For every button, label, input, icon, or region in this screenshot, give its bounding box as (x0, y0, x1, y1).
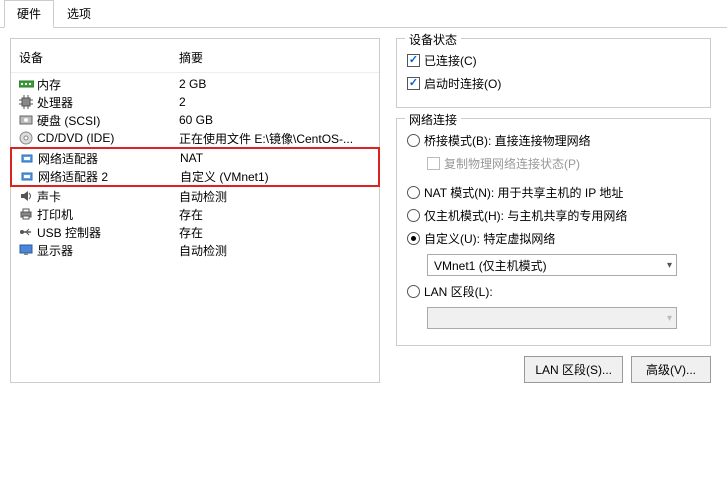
bridge-radio-row[interactable]: 桥接模式(B): 直接连接物理网络 (407, 129, 700, 152)
network-title: 网络连接 (405, 111, 461, 128)
network-connection-group: 网络连接 桥接模式(B): 直接连接物理网络 复制物理网络连接状态(P) NAT… (396, 118, 711, 346)
device-summary: 2 (179, 95, 371, 109)
device-status-title: 设备状态 (405, 31, 461, 48)
printer-icon (19, 208, 37, 220)
device-name: 声卡 (37, 188, 179, 205)
bridge-radio[interactable] (407, 134, 420, 147)
device-name: USB 控制器 (37, 224, 179, 241)
chevron-down-icon: ▾ (667, 260, 672, 271)
memory-icon (19, 79, 37, 89)
highlight-box: 网络适配器 NAT 网络适配器 2 自定义 (VMnet1) (10, 147, 380, 187)
device-row-net2[interactable]: 网络适配器 2 自定义 (VMnet1) (12, 167, 378, 185)
advanced-button[interactable]: 高级(V)... (631, 356, 711, 383)
chevron-down-icon: ▾ (667, 313, 672, 324)
device-name: 网络适配器 (38, 150, 180, 167)
display-icon (19, 244, 37, 256)
connected-label: 已连接(C) (424, 52, 477, 69)
device-row-cd[interactable]: CD/DVD (IDE) 正在使用文件 E:\镜像\CentOS-... (11, 129, 379, 147)
tab-bar: 硬件 选项 (0, 0, 727, 28)
device-summary: 存在 (179, 224, 371, 241)
connect-power-label: 启动时连接(O) (424, 75, 501, 92)
device-row-printer[interactable]: 打印机 存在 (11, 205, 379, 223)
custom-network-value: VMnet1 (仅主机模式) (434, 257, 547, 274)
device-name: 显示器 (37, 242, 179, 259)
sound-icon (19, 190, 37, 202)
replicate-checkbox (427, 157, 440, 170)
network-icon (20, 152, 38, 164)
header-device: 设备 (19, 49, 179, 66)
custom-network-dropdown[interactable]: VMnet1 (仅主机模式) ▾ (427, 254, 677, 276)
device-summary: 2 GB (179, 77, 371, 91)
device-summary: 60 GB (179, 113, 371, 127)
lan-segment-button[interactable]: LAN 区段(S)... (524, 356, 623, 383)
nat-radio-row[interactable]: NAT 模式(N): 用于共享主机的 IP 地址 (407, 181, 700, 204)
connect-power-checkbox[interactable] (407, 77, 420, 90)
network-icon (20, 170, 38, 182)
custom-radio-row[interactable]: 自定义(U): 特定虚拟网络 (407, 227, 700, 250)
device-list-header: 设备 摘要 (11, 45, 379, 73)
device-list: 内存 2 GB 处理器 2 硬盘 (SCSI) 60 GB CD/DVD (ID… (11, 75, 379, 259)
device-name: 网络适配器 2 (38, 168, 180, 185)
button-row: LAN 区段(S)... 高级(V)... (396, 356, 711, 383)
usb-icon (19, 226, 37, 238)
lan-label: LAN 区段(L): (424, 283, 493, 300)
device-row-disk[interactable]: 硬盘 (SCSI) 60 GB (11, 111, 379, 129)
lan-radio-row[interactable]: LAN 区段(L): (407, 280, 700, 303)
header-summary: 摘要 (179, 49, 371, 66)
device-summary: 自定义 (VMnet1) (180, 168, 370, 185)
device-row-usb[interactable]: USB 控制器 存在 (11, 223, 379, 241)
device-name: 打印机 (37, 206, 179, 223)
custom-label: 自定义(U): 特定虚拟网络 (424, 230, 555, 247)
device-list-panel: 设备 摘要 内存 2 GB 处理器 2 硬盘 (SCSI) 60 GB CD/D… (10, 38, 380, 383)
content: 设备 摘要 内存 2 GB 处理器 2 硬盘 (SCSI) 60 GB CD/D… (0, 28, 727, 393)
hostonly-radio-row[interactable]: 仅主机模式(H): 与主机共享的专用网络 (407, 204, 700, 227)
device-name: 处理器 (37, 94, 179, 111)
settings-panel: 设备状态 已连接(C) 启动时连接(O) 网络连接 桥接模式(B): 直接连接物… (390, 38, 717, 383)
device-row-net1[interactable]: 网络适配器 NAT (12, 149, 378, 167)
cpu-icon (19, 95, 37, 109)
device-row-sound[interactable]: 声卡 自动检测 (11, 187, 379, 205)
device-name: 硬盘 (SCSI) (37, 112, 179, 129)
device-summary: 存在 (179, 206, 371, 223)
replicate-checkbox-row: 复制物理网络连接状态(P) (407, 152, 700, 175)
custom-radio[interactable] (407, 232, 420, 245)
device-summary: 自动检测 (179, 242, 371, 259)
device-summary: 正在使用文件 E:\镜像\CentOS-... (179, 130, 371, 147)
connected-checkbox[interactable] (407, 54, 420, 67)
device-summary: NAT (180, 151, 370, 165)
device-name: 内存 (37, 76, 179, 93)
nat-radio[interactable] (407, 186, 420, 199)
nat-label: NAT 模式(N): 用于共享主机的 IP 地址 (424, 184, 623, 201)
hostonly-radio[interactable] (407, 209, 420, 222)
bridge-label: 桥接模式(B): 直接连接物理网络 (424, 132, 591, 149)
device-summary: 自动检测 (179, 188, 371, 205)
hostonly-label: 仅主机模式(H): 与主机共享的专用网络 (424, 207, 627, 224)
device-status-group: 设备状态 已连接(C) 启动时连接(O) (396, 38, 711, 108)
device-row-cpu[interactable]: 处理器 2 (11, 93, 379, 111)
connect-power-checkbox-row[interactable]: 启动时连接(O) (407, 72, 700, 95)
lan-segment-dropdown: ▾ (427, 307, 677, 329)
lan-radio[interactable] (407, 285, 420, 298)
replicate-label: 复制物理网络连接状态(P) (444, 155, 580, 172)
device-row-display[interactable]: 显示器 自动检测 (11, 241, 379, 259)
disk-icon (19, 114, 37, 126)
tab-hardware[interactable]: 硬件 (4, 0, 54, 28)
device-name: CD/DVD (IDE) (37, 131, 179, 145)
cd-icon (19, 131, 37, 145)
tab-options[interactable]: 选项 (54, 0, 104, 27)
device-row-memory[interactable]: 内存 2 GB (11, 75, 379, 93)
connected-checkbox-row[interactable]: 已连接(C) (407, 49, 700, 72)
